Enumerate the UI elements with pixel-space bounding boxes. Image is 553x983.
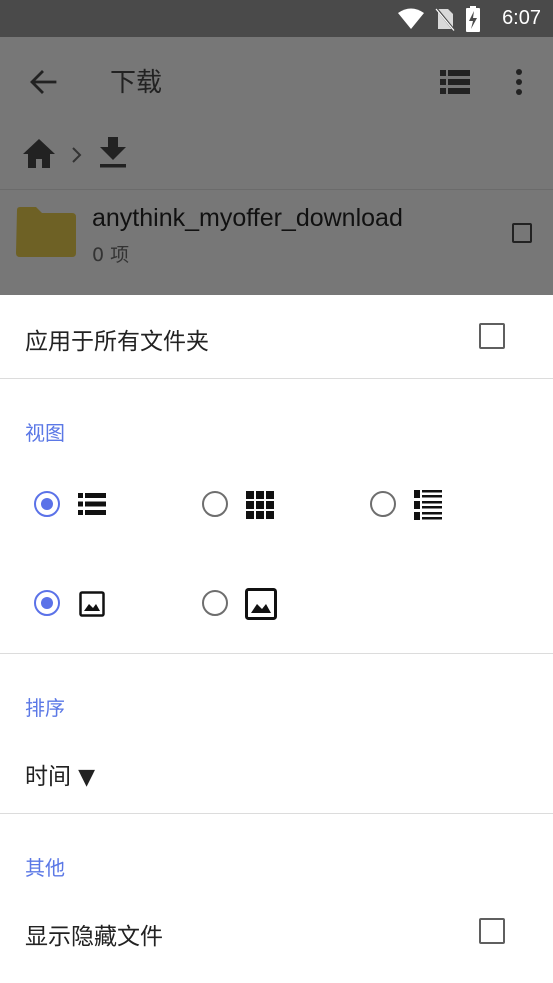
no-sim-icon: [435, 7, 455, 31]
home-icon: [23, 139, 55, 168]
thumbnail-mode-large[interactable]: [202, 588, 282, 620]
wifi-icon: [398, 8, 424, 29]
folder-icon: [14, 206, 78, 258]
show-hidden-label: 显示隐藏文件: [25, 924, 163, 950]
download-icon: [100, 137, 126, 168]
view-mode-grid[interactable]: [202, 491, 282, 521]
divider: [0, 813, 553, 814]
view-list-radio[interactable]: [34, 491, 60, 517]
view-options-sheet: 应用于所有文件夹 视图 排序 时间 ▼ 其他 显示隐藏文件: [0, 295, 553, 983]
thumbnail-mode-small[interactable]: [34, 590, 114, 620]
arrow-left-icon: [30, 70, 57, 94]
view-grid-radio[interactable]: [202, 491, 228, 517]
file-item-count: 0 项: [92, 244, 130, 266]
view-detailed-list-icon: [414, 490, 442, 520]
thumbnail-small-radio[interactable]: [34, 590, 60, 616]
more-options-button[interactable]: [506, 63, 532, 101]
sort-direction-triangle: ▼: [78, 765, 96, 790]
apply-all-label: 应用于所有文件夹: [25, 329, 209, 355]
apply-all-checkbox[interactable]: [479, 323, 505, 349]
file-select-checkbox[interactable]: [512, 223, 532, 243]
breadcrumb: [0, 127, 553, 190]
image-large-icon: [245, 588, 277, 620]
view-detailed-list-radio[interactable]: [370, 491, 396, 517]
breadcrumb-download[interactable]: [98, 135, 132, 175]
view-list-icon: [440, 70, 470, 94]
status-time: 6:07: [502, 7, 541, 29]
view-mode-button[interactable]: [436, 65, 474, 99]
view-grid-icon: [246, 491, 274, 519]
status-icons: [397, 6, 481, 32]
more-vert-icon: [516, 69, 522, 95]
apply-all-row[interactable]: 应用于所有文件夹: [0, 295, 553, 379]
divider: [0, 653, 553, 654]
show-hidden-checkbox[interactable]: [479, 918, 505, 944]
status-bar: 6:07: [0, 0, 553, 37]
view-list-icon: [78, 493, 106, 515]
file-manager-background: 下载 anythink_myoffer_download 0 项: [0, 37, 553, 295]
view-mode-list[interactable]: [34, 491, 114, 521]
file-row[interactable]: anythink_myoffer_download 0 项: [0, 190, 553, 295]
sort-section-title: 排序: [25, 696, 65, 720]
chevron-right-icon: [68, 141, 86, 169]
view-mode-detailed-list[interactable]: [370, 490, 450, 521]
toolbar: 下载: [0, 37, 553, 127]
sort-value: 时间: [25, 764, 71, 790]
thumbnail-large-radio[interactable]: [202, 590, 228, 616]
back-button[interactable]: [22, 61, 64, 103]
battery-charging-icon: [466, 6, 480, 32]
image-small-icon: [79, 591, 105, 617]
show-hidden-row[interactable]: 显示隐藏文件: [0, 895, 553, 975]
view-section-title: 视图: [25, 421, 65, 445]
sort-selector[interactable]: 时间 ▼: [25, 757, 96, 790]
file-name: anythink_myoffer_download: [92, 204, 403, 232]
page-title: 下载: [110, 68, 163, 98]
other-section-title: 其他: [25, 856, 65, 880]
breadcrumb-home[interactable]: [22, 137, 58, 173]
